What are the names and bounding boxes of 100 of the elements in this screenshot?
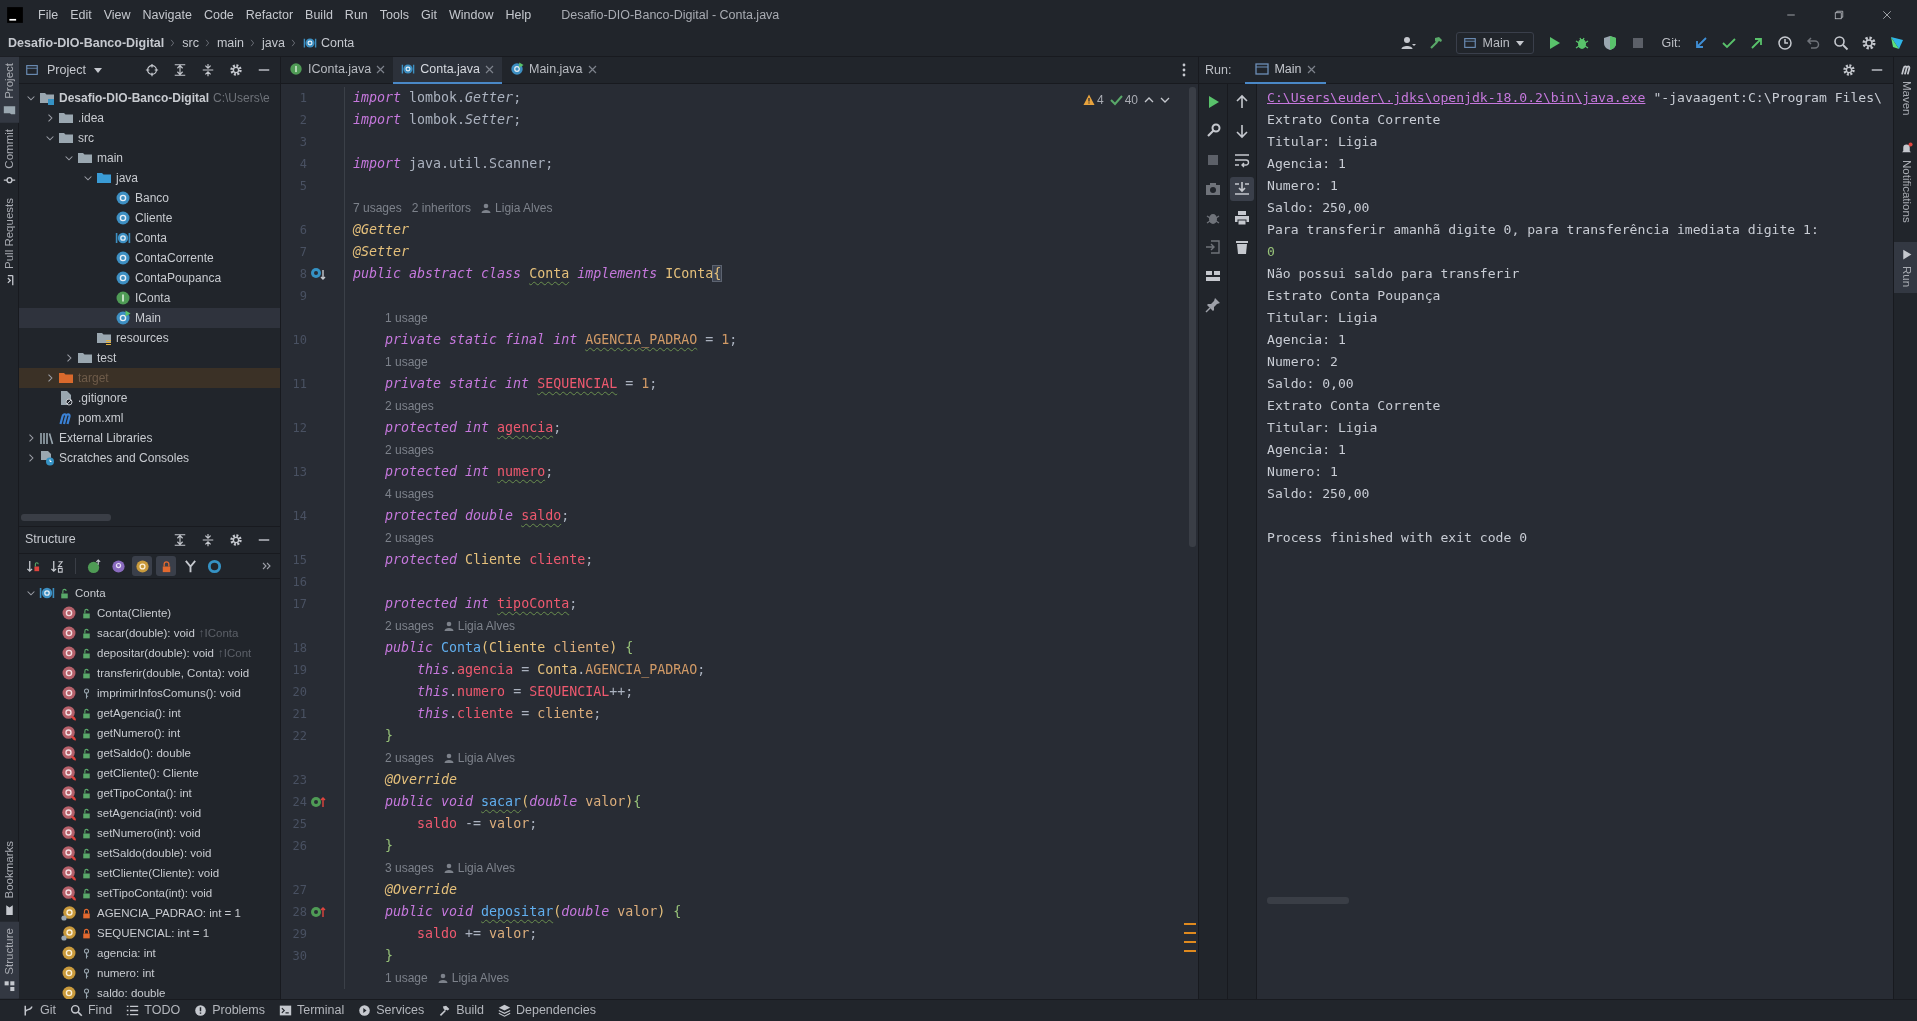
clock-icon[interactable] [1777, 35, 1793, 51]
tree-item[interactable]: imprimirInfosComuns(): void [97, 684, 241, 703]
tool-window-tab[interactable]: Notifications [1894, 135, 1917, 229]
undo-icon[interactable] [1805, 35, 1821, 51]
tool-window-tab[interactable]: Project [0, 57, 19, 123]
tree-item[interactable]: src [78, 129, 94, 147]
arrow-icon[interactable] [1749, 35, 1765, 51]
tree-item[interactable]: Main [135, 309, 161, 327]
usage-hint[interactable]: 2 usages [385, 529, 434, 547]
usage-hint[interactable]: 1 usage [385, 309, 428, 327]
menu-item[interactable]: Run [338, 2, 374, 28]
menu-item[interactable]: View [97, 2, 137, 28]
collapse-all-icon[interactable] [201, 63, 215, 77]
usage-hint[interactable]: 2 usages [385, 617, 434, 635]
tool-window-button[interactable]: Services [358, 1001, 425, 1020]
tree-item[interactable]: AGENCIA_PADRAO: int = 1 [97, 904, 241, 923]
author-hint[interactable]: Ligia Alves [457, 749, 516, 767]
tree-item[interactable]: setNumero(int): void [97, 824, 201, 843]
wrench-icon[interactable] [1205, 123, 1221, 139]
pin-icon[interactable] [1205, 297, 1221, 313]
author-hint[interactable]: Ligia Alves [457, 859, 516, 877]
tool-window-button[interactable]: Terminal [279, 1001, 345, 1020]
soft-wrap-icon[interactable] [1234, 152, 1250, 168]
tool-window-tab[interactable]: Bookmarks [0, 834, 19, 923]
camera-icon[interactable] [1205, 181, 1221, 197]
usage-hint[interactable]: 3 usages [385, 859, 434, 877]
warning-marker[interactable] [1184, 932, 1196, 934]
panel-title-dropdown[interactable]: Project [25, 60, 102, 80]
menu-item[interactable]: Help [499, 2, 538, 28]
tree-item[interactable]: Desafio-DIO-Banco-Digital [59, 89, 209, 107]
tree-item[interactable]: ContaCorrente [135, 249, 214, 267]
tree-item[interactable]: setSaldo(double): void [97, 844, 212, 863]
path-link[interactable]: C:\Users\euder\.jdks\openjdk-18.0.2\bin\java.exe [1267, 88, 1646, 108]
chevron-down-icon[interactable] [1160, 95, 1170, 105]
close-icon[interactable] [587, 64, 597, 74]
usage-hint[interactable]: 2 usages [385, 749, 434, 767]
implemented-icon[interactable] [310, 266, 326, 282]
usage-hint[interactable]: 2 usages [385, 397, 434, 415]
warning-marker[interactable] [1184, 941, 1196, 943]
tree-item[interactable]: Conta(Cliente) [97, 604, 172, 623]
expand-all-icon[interactable] [173, 63, 187, 77]
tool-window-button[interactable]: Build [438, 1001, 484, 1020]
more-icon[interactable] [261, 561, 271, 572]
collapse-all-icon[interactable] [201, 532, 215, 547]
sort-icon[interactable] [49, 558, 65, 574]
tree-item[interactable]: agencia: int [97, 944, 156, 963]
usage-hint[interactable]: 1 usage [385, 353, 428, 371]
tool-window-tab[interactable]: Pull Requests [0, 192, 19, 294]
search-icon[interactable] [1833, 35, 1849, 51]
menu-item[interactable]: Navigate [136, 2, 198, 28]
breadcrumb-item[interactable]: src [182, 33, 199, 53]
overrides-icon[interactable] [310, 794, 326, 810]
inherited-icon[interactable] [86, 558, 102, 574]
usage-hint[interactable]: 2 usages [385, 441, 434, 459]
tree-item[interactable]: setTipoConta(int): void [97, 884, 213, 903]
arrow-icon[interactable] [1693, 35, 1709, 51]
tool-window-tab[interactable]: Commit [0, 122, 19, 193]
layout-icon[interactable] [1205, 268, 1221, 284]
printer-icon[interactable] [1234, 210, 1250, 226]
tree-item[interactable]: transferir(double, Conta): void [97, 664, 250, 683]
stop-icon[interactable] [1205, 152, 1221, 168]
tree-item[interactable]: numero: int [97, 964, 155, 983]
tree-item[interactable]: resources [116, 329, 169, 347]
author-hint[interactable]: Ligia Alves [457, 617, 516, 635]
usage-hint[interactable]: 1 usage [385, 969, 428, 987]
tree-item[interactable]: setCliente(Cliente): void [97, 864, 220, 883]
menu-item[interactable]: Tools [373, 2, 415, 28]
tree-item[interactable]: getSaldo(): double [97, 744, 191, 763]
exit-icon[interactable] [1205, 239, 1221, 255]
breadcrumb-item[interactable]: java [262, 33, 285, 53]
menu-item[interactable]: Code [197, 2, 240, 28]
tree-item[interactable]: sacar(double): void [97, 624, 195, 643]
tree-item[interactable]: java [116, 169, 138, 187]
editor-tab[interactable]: Conta.java [393, 56, 502, 84]
tool-window-button[interactable]: TODO [126, 1001, 181, 1020]
warning-marker[interactable] [1184, 950, 1196, 952]
warning-marker[interactable] [1184, 923, 1196, 925]
colorful-logo-icon[interactable] [1889, 35, 1905, 51]
weak-warning-count[interactable]: 40 [1124, 91, 1138, 109]
tool-window-button[interactable]: Git [22, 1001, 56, 1020]
tree-item[interactable]: IConta [135, 289, 171, 307]
menu-item[interactable]: Edit [64, 2, 98, 28]
tree-item[interactable]: External Libraries [59, 429, 153, 447]
settings-icon[interactable] [229, 532, 243, 547]
ring-icon[interactable] [206, 558, 222, 574]
tree-item[interactable]: Conta [135, 229, 168, 247]
menu-item[interactable]: File [32, 2, 65, 28]
app-logo-icon[interactable] [6, 6, 24, 24]
user-icon[interactable] [1399, 35, 1416, 51]
expand-all-icon[interactable] [173, 532, 187, 547]
tree-item[interactable]: Scratches and Consoles [59, 449, 190, 467]
chevron-up-icon[interactable] [1144, 95, 1154, 105]
tool-window-button[interactable]: Problems [194, 1001, 265, 1020]
restore-icon[interactable] [1833, 9, 1845, 21]
fork-icon[interactable] [182, 558, 198, 574]
tree-item[interactable]: ContaPoupanca [135, 269, 222, 287]
tree-item[interactable]: SEQUENCIAL: int = 1 [97, 924, 210, 943]
arrow-down-icon[interactable] [1234, 123, 1250, 139]
settings-icon[interactable] [1842, 63, 1856, 77]
tree-item[interactable]: .idea [78, 109, 105, 127]
